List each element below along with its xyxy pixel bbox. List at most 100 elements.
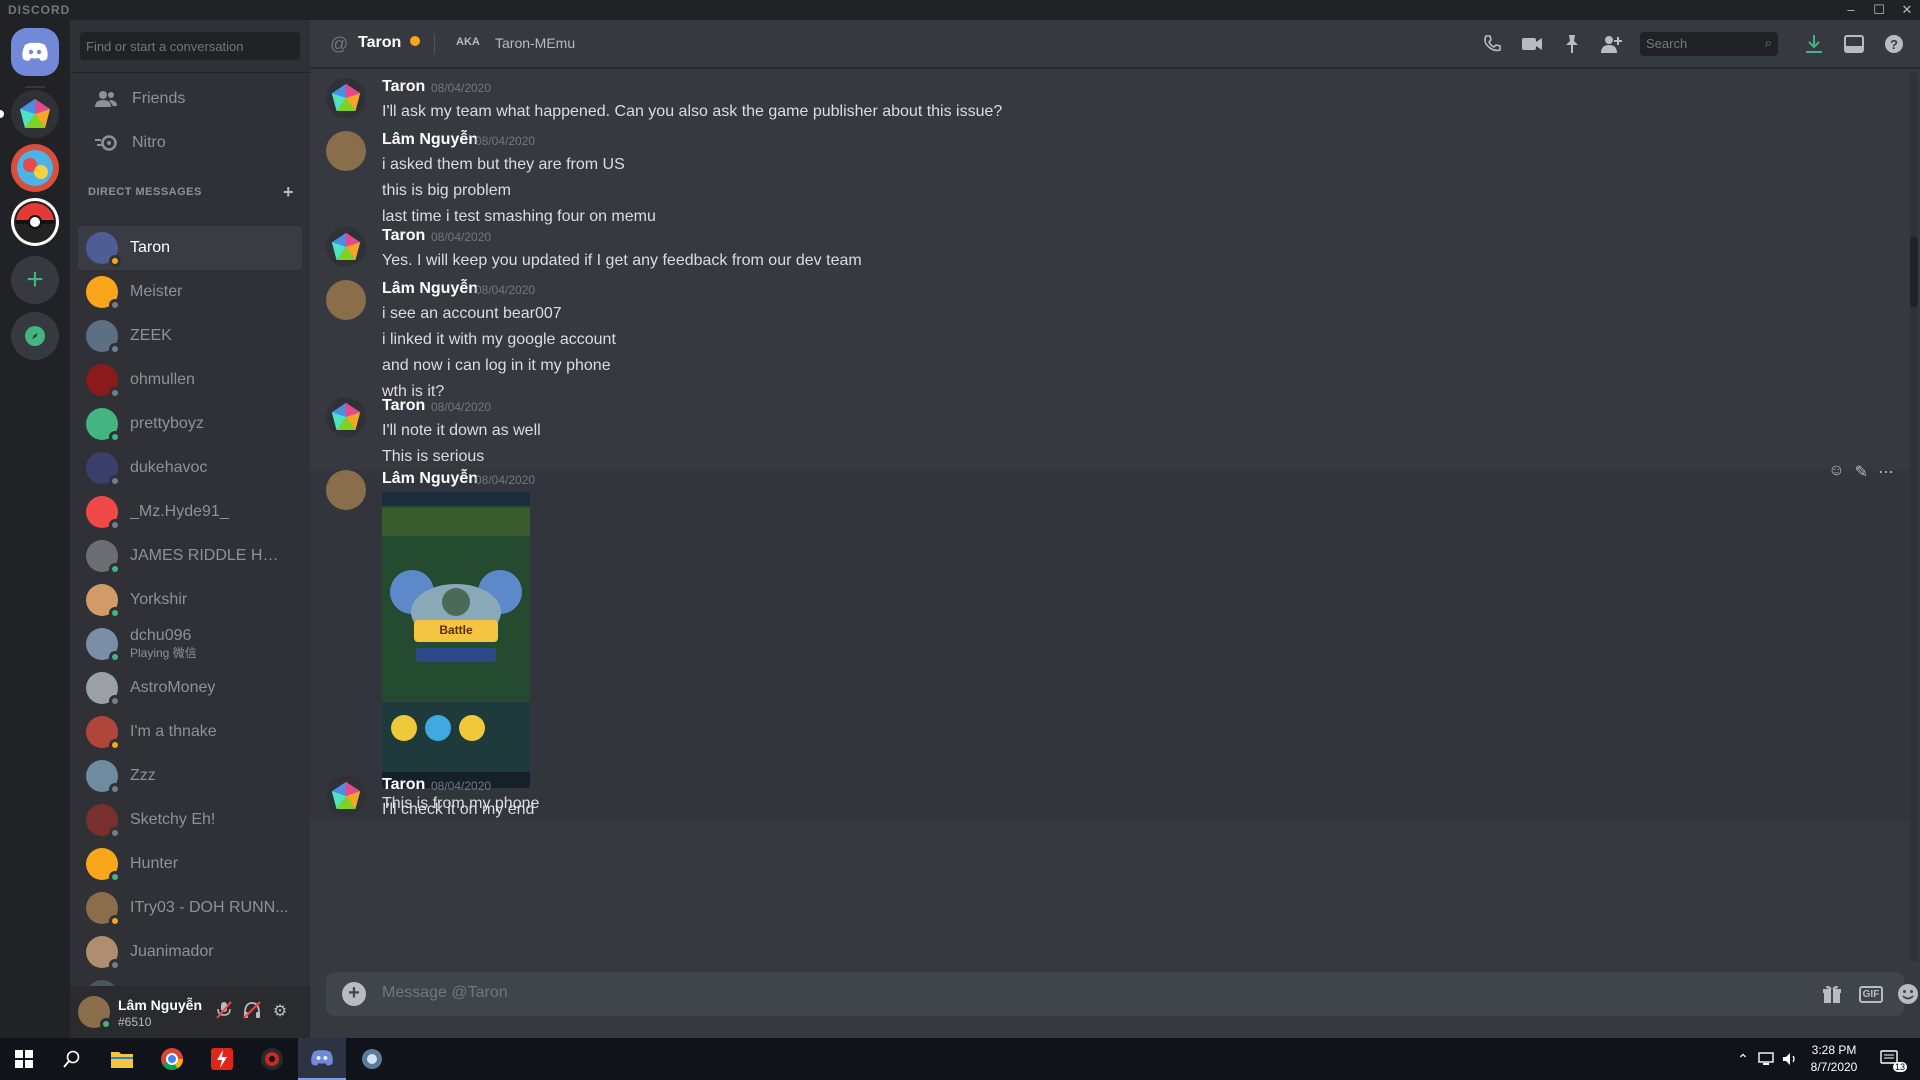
dm-item[interactable]: _Mz.Hyde91_ — [78, 490, 302, 534]
chat-scrollbar[interactable] — [1910, 72, 1918, 962]
taskbar-clock[interactable]: 3:28 PM 8/7/2020 — [1800, 1042, 1868, 1076]
message-input[interactable]: Message @Taron — [382, 984, 508, 1002]
dm-name: dchu096 — [130, 627, 192, 644]
message-avatar[interactable] — [326, 131, 366, 171]
tray-show-hidden-icon[interactable]: ⌃ — [1734, 1038, 1752, 1080]
message-author[interactable]: Taron — [382, 227, 425, 245]
emoji-icon[interactable] — [1896, 982, 1920, 1006]
memu-taskbar-icon[interactable] — [348, 1038, 396, 1080]
message-author[interactable]: Lâm Nguyễn — [382, 280, 478, 298]
nav-nitro[interactable]: Nitro — [78, 122, 302, 164]
message-group[interactable]: Lâm Nguyễn 08/04/2020 i asked them but the… — [310, 131, 1910, 237]
start-voice-call-icon[interactable] — [1480, 32, 1504, 56]
message-group[interactable]: Lâm Nguyễn 08/04/2020 Battle ☺ ✎ ⋯ This is fro… — [310, 462, 1910, 820]
chrome-icon[interactable] — [148, 1038, 196, 1080]
dm-name: ohmullen — [130, 372, 195, 388]
chat-scrollbar-thumb[interactable] — [1910, 237, 1918, 307]
volume-icon[interactable] — [1780, 1038, 1800, 1080]
dm-item[interactable]: AstroMoney — [78, 666, 302, 710]
message-avatar[interactable] — [326, 470, 366, 510]
dm-name-box: Hunter — [118, 856, 178, 872]
upload-plus-icon[interactable]: + — [342, 982, 366, 1006]
home-button[interactable] — [11, 28, 59, 76]
message-group[interactable]: Taron 08/04/2020 I'll ask my team what hap… — [310, 78, 1910, 132]
find-conversation-input[interactable]: Find or start a conversation — [80, 32, 300, 60]
add-server-button[interactable]: + — [11, 256, 59, 304]
dm-item[interactable]: Meister — [78, 270, 302, 314]
aka-name: Taron-MEmu — [495, 35, 576, 51]
dm-item[interactable]: JAMES RIDDLE HOFFA — [78, 534, 302, 578]
dm-item[interactable]: Juanimador — [78, 930, 302, 974]
start-video-call-icon[interactable] — [1520, 32, 1544, 56]
image-attachment[interactable]: Battle — [382, 492, 530, 788]
discord-taskbar-icon[interactable] — [298, 1038, 346, 1080]
message-avatar[interactable] — [326, 280, 366, 320]
message-author[interactable]: Lâm Nguyễn — [382, 470, 478, 488]
file-explorer-icon[interactable] — [98, 1038, 146, 1080]
dm-item[interactable]: Sketchy Eh! — [78, 798, 302, 842]
message-avatar[interactable] — [326, 776, 366, 816]
dm-item[interactable]: prettyboyz — [78, 402, 302, 446]
dm-avatar — [86, 496, 121, 531]
action-center-icon[interactable]: 13 — [1876, 1038, 1908, 1080]
dm-item[interactable]: I'm a thnake — [78, 710, 302, 754]
status-indicator-icon — [109, 827, 121, 839]
maximize-button[interactable]: ☐ — [1866, 0, 1892, 20]
dm-name: ZEEK — [130, 328, 172, 344]
add-friend-to-dm-icon[interactable] — [1600, 32, 1624, 56]
server-game[interactable] — [11, 144, 59, 192]
add-reaction-icon[interactable]: ☺ — [1828, 462, 1844, 482]
message-composer[interactable]: + Message @Taron GIF — [326, 972, 1918, 1016]
dm-avatar — [86, 628, 121, 663]
message-group[interactable]: Taron 08/04/2020 I'll note it down as well… — [310, 397, 1910, 477]
dm-item[interactable]: Taron — [78, 226, 302, 270]
create-dm-button[interactable]: + — [283, 182, 294, 203]
message-group[interactable]: Lâm Nguyễn 08/04/2020 i see an account bea… — [310, 280, 1910, 412]
message-author[interactable]: Taron — [382, 776, 425, 794]
search-input[interactable]: Search ⌕ — [1640, 32, 1778, 56]
minimize-button[interactable]: – — [1838, 0, 1864, 20]
dm-item[interactable]: Zzz — [78, 754, 302, 798]
dm-name: AstroMoney — [130, 680, 216, 696]
message-avatar[interactable] — [326, 397, 366, 437]
mute-mic-icon[interactable] — [213, 1001, 235, 1023]
inbox-icon[interactable] — [1842, 32, 1866, 56]
user-avatar[interactable] — [78, 996, 112, 1030]
edit-pencil-icon[interactable]: ✎ — [1855, 462, 1868, 482]
gift-icon[interactable] — [1820, 982, 1844, 1006]
gif-button[interactable]: GIF — [1858, 982, 1884, 1006]
server-pokemon[interactable] — [11, 198, 59, 246]
dm-item[interactable]: ZEEK — [78, 314, 302, 358]
network-icon[interactable] — [1756, 1038, 1776, 1080]
dm-name: Sketchy Eh! — [130, 812, 216, 828]
message-author[interactable]: Lâm Nguyễn — [382, 131, 478, 149]
nav-friends[interactable]: Friends — [78, 78, 302, 120]
close-button[interactable]: ✕ — [1894, 0, 1920, 20]
dm-item[interactable]: ITry03 - DOH RUNN... — [78, 886, 302, 930]
more-options-icon[interactable]: ⋯ — [1878, 462, 1894, 482]
message-group[interactable]: Taron 08/04/2020 I'll check it on my end — [310, 776, 1910, 830]
chat-area: @ Taron AKA Taron-MEmu Search ⌕ ? Taron … — [310, 20, 1920, 1038]
server-memu[interactable] — [11, 90, 59, 138]
dm-item[interactable]: ohmullen — [78, 358, 302, 402]
dm-item[interactable]: dukehavoc — [78, 446, 302, 490]
taskbar-search-icon[interactable] — [48, 1038, 96, 1080]
message-avatar[interactable] — [326, 78, 366, 118]
pinned-messages-icon[interactable] — [1560, 32, 1584, 56]
download-icon[interactable] — [1802, 32, 1826, 56]
message-avatar[interactable] — [326, 227, 366, 267]
game-app-icon[interactable] — [248, 1038, 296, 1080]
deafen-headset-icon[interactable] — [241, 1001, 263, 1023]
help-icon[interactable]: ? — [1882, 32, 1906, 56]
message-author[interactable]: Taron — [382, 397, 425, 415]
message-group[interactable]: Taron 08/04/2020 Yes. I will keep you upda… — [310, 227, 1910, 281]
explore-servers-button[interactable] — [11, 312, 59, 360]
dm-item[interactable]: dchu096 Playing 微信 — [78, 622, 302, 666]
message-text: Yes. I will keep you updated if I get an… — [382, 252, 862, 269]
message-author[interactable]: Taron — [382, 78, 425, 96]
flash-app-icon[interactable] — [198, 1038, 246, 1080]
dm-item[interactable]: Yorkshir — [78, 578, 302, 622]
user-settings-gear-icon[interactable]: ⚙ — [269, 1001, 291, 1023]
windows-start-icon[interactable] — [0, 1038, 48, 1080]
dm-item[interactable]: Hunter — [78, 842, 302, 886]
